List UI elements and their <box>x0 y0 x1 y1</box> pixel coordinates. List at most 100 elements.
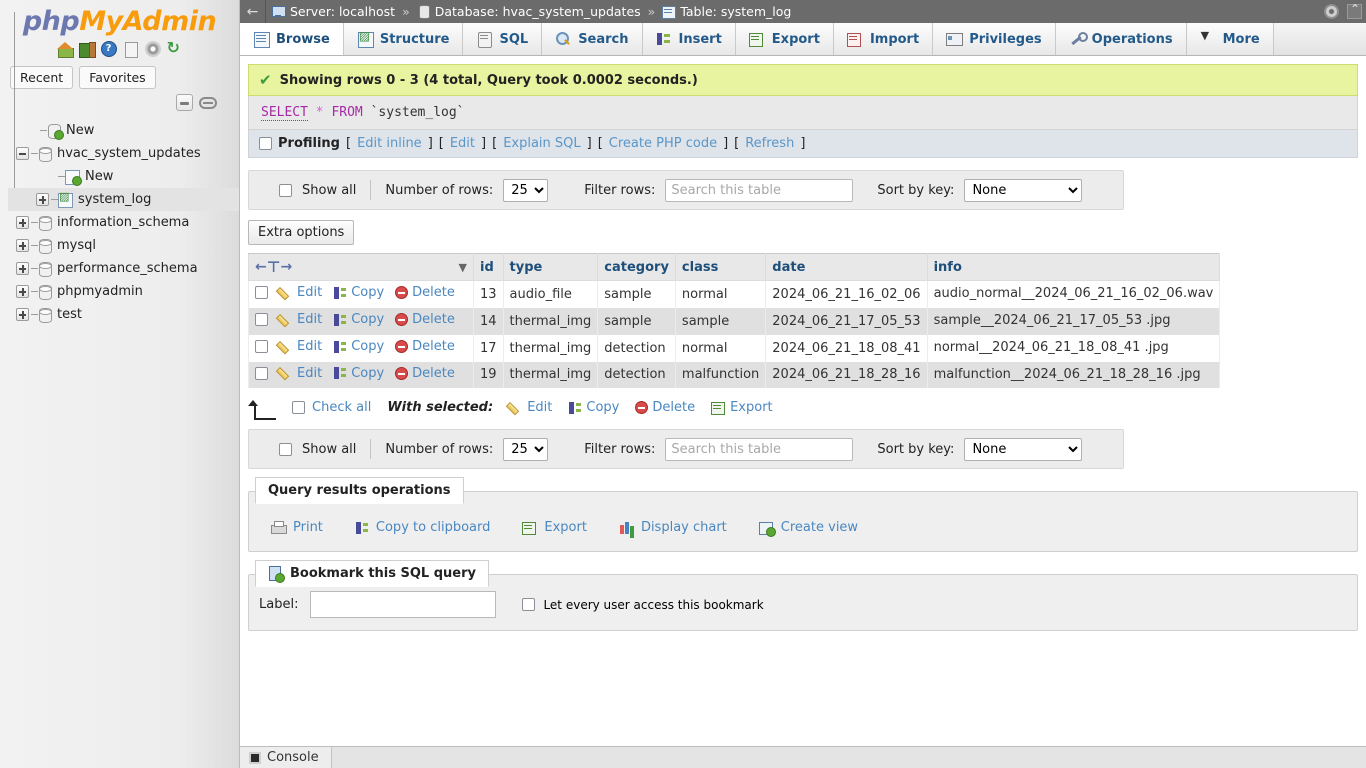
tab-sql[interactable]: SQL <box>463 23 543 55</box>
check-all-label[interactable]: Check all <box>312 400 371 415</box>
tree-item-hvac-system-updates[interactable]: hvac_system_updates <box>8 142 239 165</box>
show-all-checkbox[interactable] <box>279 183 292 197</box>
refresh-link[interactable]: Refresh <box>745 136 794 151</box>
bulk-export-link[interactable]: Export <box>711 400 773 415</box>
create-view-button[interactable]: Create view <box>747 514 870 541</box>
number-of-rows-select[interactable]: 25 <box>503 178 549 202</box>
show-all-checkbox[interactable] <box>279 442 292 456</box>
number-of-rows-select[interactable]: 25 <box>503 437 549 461</box>
tab-search[interactable]: Search <box>542 23 643 55</box>
edit-row-link[interactable]: Edit <box>279 366 322 381</box>
row-select-checkbox[interactable] <box>255 366 268 380</box>
tab-more[interactable]: More <box>1186 23 1274 55</box>
edit-row-link[interactable]: Edit <box>279 312 322 327</box>
tree-item-phpmyadmin[interactable]: phpmyadmin <box>8 280 239 303</box>
copy-row-link[interactable]: Copy <box>333 339 384 354</box>
tab-operations[interactable]: Operations <box>1055 23 1187 55</box>
refresh-icon[interactable] <box>167 38 183 57</box>
sort-by-key-select[interactable]: None <box>964 437 1083 461</box>
display-chart-button[interactable]: Display chart <box>607 514 739 541</box>
exit-icon[interactable] <box>78 41 96 58</box>
sort-by-key-select[interactable]: None <box>964 178 1083 202</box>
expand-toggle-icon[interactable] <box>16 285 29 298</box>
favorites-button[interactable]: Favorites <box>79 66 156 89</box>
row-select-checkbox[interactable] <box>255 340 268 354</box>
export-button[interactable]: Export <box>510 514 599 541</box>
recent-button[interactable]: Recent <box>10 66 74 89</box>
bookmark-public-checkbox[interactable] <box>522 598 536 612</box>
expand-toggle-icon[interactable] <box>16 216 29 229</box>
delete-row-link[interactable]: Delete <box>395 285 455 300</box>
filter-rows-input[interactable] <box>665 178 854 202</box>
bookmark-label-input[interactable] <box>310 591 497 619</box>
bulk-edit-link[interactable]: Edit <box>509 400 552 415</box>
breadcrumb-server[interactable]: Server: localhost <box>290 4 395 19</box>
edit-inline-link[interactable]: Edit inline <box>357 136 422 151</box>
column-header-info[interactable]: info <box>926 253 1221 281</box>
column-header-date[interactable]: date <box>765 253 928 281</box>
move-left-icon[interactable]: ← <box>255 259 267 275</box>
tab-structure[interactable]: Structure <box>343 23 464 55</box>
tab-export[interactable]: Export <box>735 23 834 55</box>
phpmyadmin-app: phpMyAdmin ? Recent Favorites New <box>0 0 1366 768</box>
bulk-delete-link[interactable]: Delete <box>635 400 695 415</box>
expand-toggle-icon[interactable] <box>36 193 49 206</box>
tree-item-new-table[interactable]: New <box>8 165 239 188</box>
copy-row-link[interactable]: Copy <box>333 366 384 381</box>
column-header-type[interactable]: type <box>502 253 599 281</box>
row-select-checkbox[interactable] <box>255 313 268 327</box>
link-with-main-panel-icon[interactable] <box>199 96 217 109</box>
settings-icon[interactable] <box>144 41 161 57</box>
delete-row-link[interactable]: Delete <box>395 366 455 381</box>
copy-row-link[interactable]: Copy <box>333 285 384 300</box>
console-toggle[interactable]: Console <box>240 746 332 768</box>
tree-item-new-database[interactable]: New <box>8 119 239 142</box>
edit-row-link[interactable]: Edit <box>279 285 322 300</box>
tree-item-information-schema[interactable]: information_schema <box>8 211 239 234</box>
tree-item-mysql[interactable]: mysql <box>8 234 239 257</box>
tab-browse[interactable]: Browse <box>240 23 344 55</box>
column-header-id[interactable]: id <box>473 253 504 281</box>
collapse-all-button[interactable] <box>176 94 193 111</box>
tree-item-system-log[interactable]: system_log <box>8 188 239 211</box>
tab-import[interactable]: Import <box>833 23 934 55</box>
explain-sql-link[interactable]: Explain SQL <box>503 136 580 151</box>
help-icon[interactable]: ? <box>100 41 117 57</box>
copy-row-link[interactable]: Copy <box>333 312 384 327</box>
tree-item-performance-schema[interactable]: performance_schema <box>8 257 239 280</box>
collapse-toggle-icon[interactable] <box>16 147 29 160</box>
column-order-controls[interactable]: ← ⊤ → <box>255 258 292 276</box>
copy-to-clipboard-button[interactable]: Copy to clipboard <box>343 514 502 541</box>
expand-toggle-icon[interactable] <box>16 239 29 252</box>
check-all-checkbox[interactable] <box>292 401 305 415</box>
move-right-icon[interactable]: → <box>280 259 292 275</box>
column-header-class[interactable]: class <box>674 253 767 281</box>
tab-privileges[interactable]: Privileges <box>933 23 1056 55</box>
bulk-copy-link[interactable]: Copy <box>568 400 619 415</box>
expand-toggle-icon[interactable] <box>16 308 29 321</box>
delete-row-link[interactable]: Delete <box>395 339 455 354</box>
tree-item-test[interactable]: test <box>8 303 239 326</box>
filter-rows-input[interactable] <box>665 437 854 461</box>
docs-icon[interactable] <box>123 41 139 58</box>
row-select-checkbox[interactable] <box>255 286 268 300</box>
gear-icon[interactable] <box>1324 4 1339 19</box>
breadcrumb-database[interactable]: Database: hvac_system_updates <box>435 4 641 19</box>
create-php-code-link[interactable]: Create PHP code <box>609 136 717 151</box>
print-button[interactable]: Print <box>259 514 335 541</box>
collapse-panel-icon[interactable] <box>1347 2 1362 19</box>
extra-options-button[interactable]: Extra options <box>248 220 355 245</box>
delete-row-link[interactable]: Delete <box>395 312 455 327</box>
column-header-category[interactable]: category <box>597 253 676 281</box>
pencil-icon <box>279 313 293 327</box>
edit-link[interactable]: Edit <box>450 136 475 151</box>
expand-toggle-icon[interactable] <box>16 262 29 275</box>
chevron-down-icon[interactable]: ▼ <box>459 261 467 274</box>
back-arrow-icon[interactable]: ← <box>240 0 266 23</box>
home-icon[interactable] <box>56 41 74 58</box>
edit-row-link[interactable]: Edit <box>279 339 322 354</box>
profiling-checkbox[interactable] <box>259 137 272 150</box>
sidebar-quick-icons: ? <box>0 38 239 58</box>
breadcrumb-table[interactable]: Table: system_log <box>680 4 791 19</box>
tab-insert[interactable]: Insert <box>642 23 736 55</box>
